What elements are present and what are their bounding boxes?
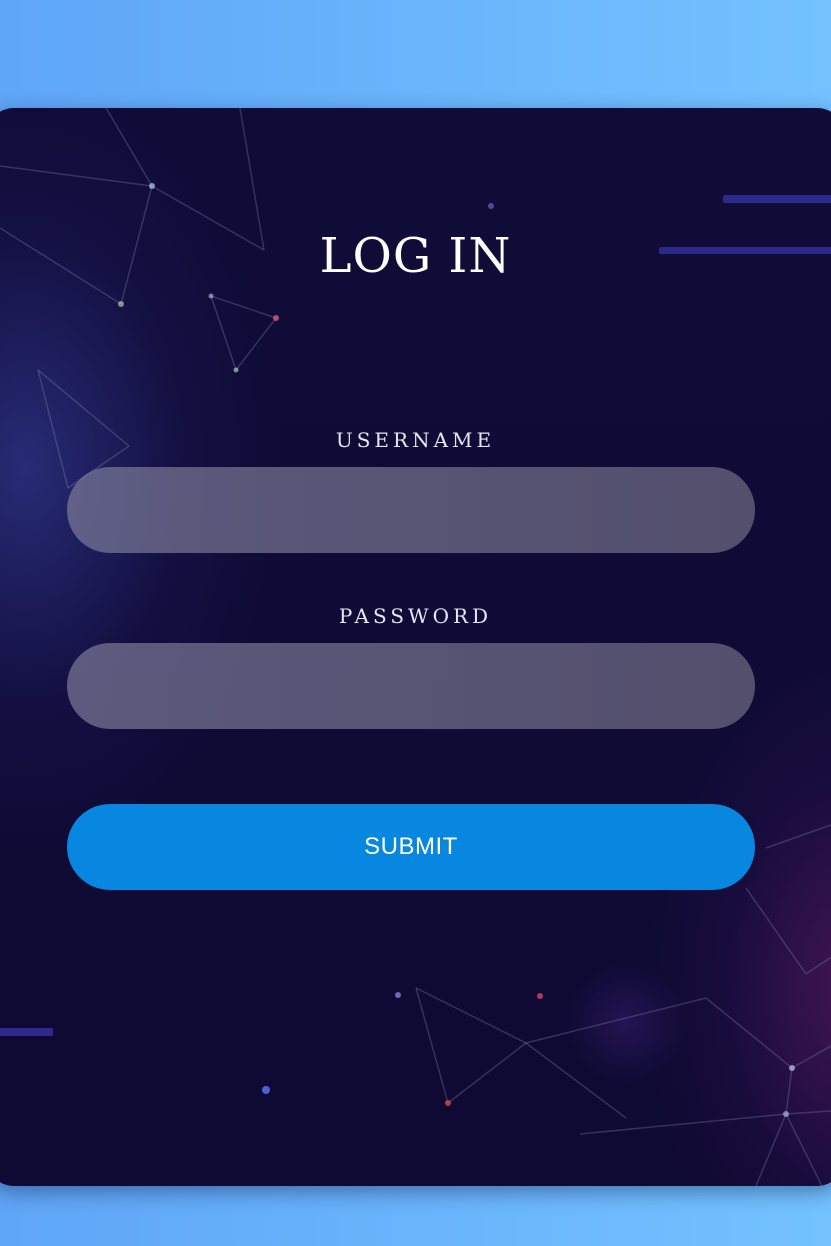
password-input[interactable]	[67, 643, 755, 729]
password-label: PASSWORD	[338, 604, 493, 628]
login-card: LOG IN USERNAME PASSWORD SUBMIT	[0, 108, 831, 1186]
page-title: LOG IN	[319, 228, 512, 284]
username-input[interactable]	[67, 467, 755, 553]
username-label: USERNAME	[335, 428, 496, 452]
submit-button[interactable]: SUBMIT	[67, 804, 755, 890]
